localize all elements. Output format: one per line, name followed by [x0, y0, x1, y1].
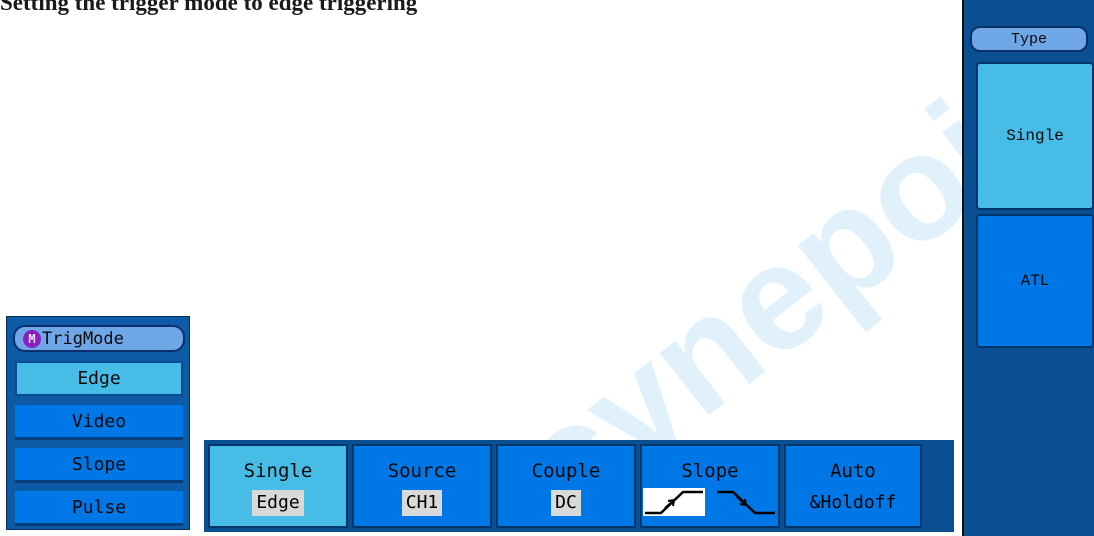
- trigmode-item-label: Edge: [77, 368, 121, 389]
- source-button[interactable]: Source CH1: [352, 444, 492, 528]
- trigmode-menu: M TrigMode Edge Video Slope Pulse: [6, 316, 190, 530]
- slope-button[interactable]: Slope: [640, 444, 780, 528]
- watermark-text: cynepoisc: [485, 60, 980, 480]
- button-value: CH1: [401, 490, 443, 516]
- trigmode-item-slope[interactable]: Slope: [15, 448, 183, 483]
- type-menu-header: Type: [970, 26, 1088, 52]
- rising-slope-icon: [643, 488, 705, 516]
- trigmode-header: M TrigMode: [13, 325, 185, 352]
- watermark: cynepoisc: [485, 60, 980, 480]
- button-value: &Holdoff: [809, 492, 897, 513]
- type-item-label: Single: [1006, 127, 1064, 145]
- falling-slope-icon: [717, 490, 775, 515]
- button-label: Source: [387, 460, 457, 482]
- trigmode-item-label: Slope: [71, 453, 127, 475]
- trigmode-item-edge[interactable]: Edge: [15, 361, 183, 396]
- page-heading: Setting the trigger mode to edge trigger…: [0, 0, 418, 15]
- type-item-atl[interactable]: ATL: [976, 214, 1094, 348]
- auto-holdoff-button[interactable]: Auto &Holdoff: [784, 444, 922, 528]
- single-edge-button[interactable]: Single Edge: [208, 444, 348, 528]
- menu-m-badge-icon: M: [23, 329, 41, 348]
- button-label: Auto: [830, 460, 876, 482]
- trigmode-item-pulse[interactable]: Pulse: [15, 491, 183, 526]
- trigmode-item-label: Pulse: [71, 496, 127, 518]
- couple-button[interactable]: Couple DC: [496, 444, 636, 528]
- button-label: Single: [243, 460, 313, 482]
- type-side-menu: Type Single ATL: [962, 0, 1094, 536]
- type-item-single[interactable]: Single: [976, 62, 1094, 210]
- slope-icons: [643, 488, 777, 516]
- trigmode-item-label: Video: [71, 410, 127, 432]
- trigmode-title: TrigMode: [42, 328, 124, 349]
- button-value: Edge: [252, 490, 304, 516]
- type-item-label: ATL: [1020, 272, 1050, 290]
- button-value: DC: [551, 490, 581, 516]
- button-label: Slope: [681, 460, 739, 482]
- trigmode-item-video[interactable]: Video: [15, 405, 183, 440]
- button-label: Couple: [531, 460, 601, 482]
- trigger-bottom-menu: Single Edge Source CH1 Couple DC Slope A…: [204, 440, 954, 532]
